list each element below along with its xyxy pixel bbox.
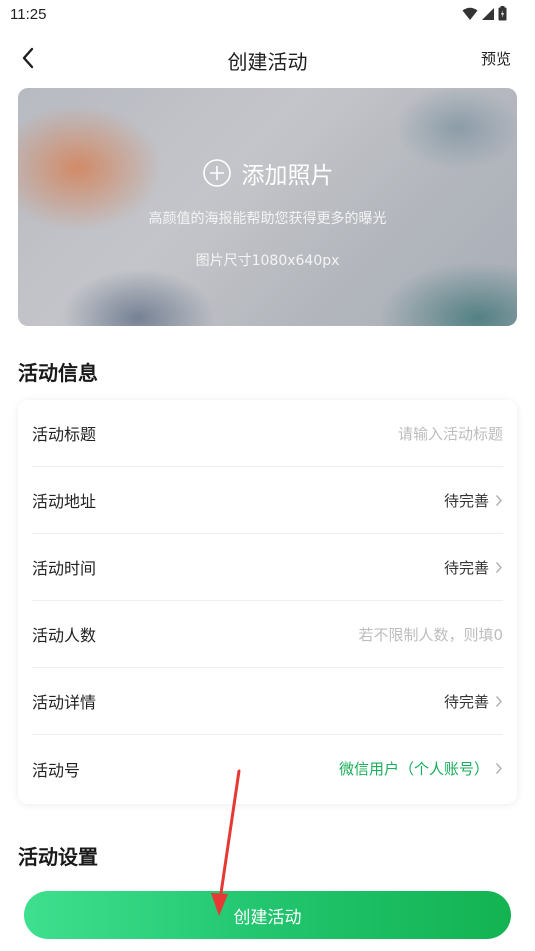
chevron-right-icon [495,494,502,506]
form-row-details[interactable]: 活动详情 待完善 [32,668,503,735]
row-value: 待完善 [444,691,503,712]
row-label: 活动时间 [32,559,97,578]
row-value-text: 待完善 [443,491,489,510]
add-photo-label: 添加照片 [241,163,334,189]
status-time: 11:25 [10,6,47,23]
row-value-text: 待完善 [443,692,489,711]
row-value-text: 待完善 [443,558,489,577]
add-circle-icon [202,159,231,187]
banner-subtitle: 高颜值的海报能帮助您获得更多的曝光 [148,211,387,227]
add-photo-row: 添加照片 [202,156,334,190]
activity-info-card: 活动标题 请输入活动标题 活动地址 待完善 活动时间 待完善 活动人数 若不限制… [18,400,517,804]
signal-icon [482,7,494,20]
nav-bar: 创建活动 预览 [0,36,535,80]
row-label: 活动地址 [32,492,97,511]
wifi-icon [462,7,478,20]
add-photo-banner[interactable]: 添加照片 高颜值的海报能帮助您获得更多的曝光 图片尺寸1080x640px [18,88,517,326]
account-value-text: 微信用户（个人账号） [338,760,489,778]
form-row-address[interactable]: 活动地址 待完善 [32,467,503,534]
row-label: 活动标题 [32,425,97,444]
section-title-info: 活动信息 [18,361,98,385]
status-icons [462,6,507,21]
form-row-time[interactable]: 活动时间 待完善 [32,534,503,601]
page-title: 创建活动 [227,50,308,74]
row-label: 活动详情 [32,693,97,712]
capacity-input[interactable]: 若不限制人数，则填0 [358,624,503,645]
banner-content: 添加照片 高颜值的海报能帮助您获得更多的曝光 图片尺寸1080x640px [18,156,517,270]
status-bar: 11:25 [0,0,535,30]
battery-icon [498,6,507,21]
section-title-settings: 活动设置 [18,845,98,869]
row-value: 待完善 [444,557,503,578]
form-row-account[interactable]: 活动号 微信用户（个人账号） [32,735,503,802]
form-row-title[interactable]: 活动标题 请输入活动标题 [32,400,503,467]
chevron-right-icon [495,763,502,774]
row-value: 待完善 [444,490,503,511]
chevron-right-icon [495,695,502,707]
form-row-capacity[interactable]: 活动人数 若不限制人数，则填0 [32,601,503,668]
create-activity-button[interactable]: 创建活动 [24,891,511,939]
title-input[interactable]: 请输入活动标题 [398,423,503,444]
capacity-input-placeholder: 若不限制人数，则填0 [358,625,503,644]
create-activity-label: 创建活动 [233,907,302,928]
row-label: 活动人数 [32,626,97,645]
row-value: 微信用户（个人账号） [339,758,503,779]
preview-button[interactable]: 预览 [481,48,511,69]
chevron-right-icon [495,561,502,573]
title-input-placeholder: 请输入活动标题 [397,424,503,443]
banner-size-hint: 图片尺寸1080x640px [195,253,340,269]
row-label: 活动号 [32,760,81,780]
